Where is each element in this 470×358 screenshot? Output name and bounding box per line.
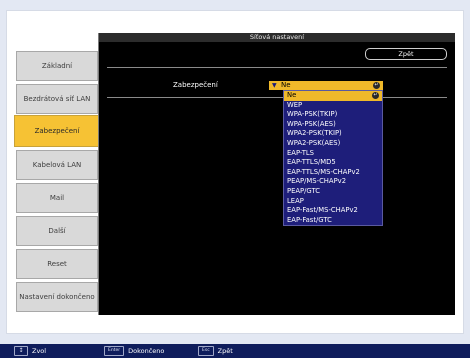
sidebar-item-other[interactable]: Další xyxy=(16,216,98,246)
hint-label: Zpět xyxy=(217,347,233,355)
hint-select: ↕ Zvol xyxy=(14,346,46,356)
enter-key-icon: Enter xyxy=(104,346,125,356)
sidebar-item-security[interactable]: Zabezpečení xyxy=(14,115,100,147)
esc-key-icon: Esc xyxy=(198,346,214,356)
enter-icon: ↵ xyxy=(373,82,380,89)
hint-label: Zvol xyxy=(32,347,47,355)
sidebar-item-label: Další xyxy=(48,226,66,235)
sidebar-item-mail[interactable]: Mail xyxy=(16,183,98,213)
divider xyxy=(107,67,447,68)
dropdown-option-eap-ttls-mschapv2[interactable]: EAP-TTLS/MS-CHAPv2 xyxy=(284,168,382,178)
hint-label: Dokončeno xyxy=(128,347,165,355)
security-select-value: Ne xyxy=(281,81,291,89)
dropdown-option-wep[interactable]: WEP xyxy=(284,101,382,111)
sidebar-item-finish-setup[interactable]: Nastavení dokončeno xyxy=(16,282,98,312)
panel-title: Síťová nastavení xyxy=(99,33,455,42)
divider xyxy=(107,97,447,98)
dropdown-option-wpa2-psk-aes[interactable]: WPA2-PSK(AES) xyxy=(284,139,382,149)
dropdown-option-peap-mschapv2[interactable]: PEAP/MS-CHAPv2 xyxy=(284,177,382,187)
sidebar-item-wired-lan[interactable]: Kabelová LAN xyxy=(16,150,98,180)
dropdown-option-eap-fast-gtc[interactable]: EAP-Fast/GTC xyxy=(284,216,382,226)
dropdown-option-wpa-psk-tkip[interactable]: WPA-PSK(TKIP) xyxy=(284,110,382,120)
sidebar-item-label: Mail xyxy=(49,193,65,202)
sidebar-item-label: Reset xyxy=(47,259,67,268)
triangle-down-icon: ▼ xyxy=(272,82,277,89)
dropdown-option-eap-tls[interactable]: EAP-TLS xyxy=(284,149,382,159)
hint-finish: Enter Dokončeno xyxy=(104,346,164,356)
arrow-keys-icon: ↕ xyxy=(14,346,28,356)
security-dropdown-list: Ne ↵ WEP WPA-PSK(TKIP) WPA-PSK(AES) WPA2-… xyxy=(283,90,383,227)
security-select[interactable]: ▼ Ne ↵ xyxy=(269,81,383,90)
dropdown-option-eap-ttls-md5[interactable]: EAP-TTLS/MD5 xyxy=(284,158,382,168)
dropdown-option-ne[interactable]: Ne ↵ xyxy=(284,91,382,101)
sidebar-item-zakladni[interactable]: Základní xyxy=(16,51,98,81)
settings-panel: Síťová nastavení Zpět Zabezpečení ▼ Ne ↵… xyxy=(98,33,455,315)
sidebar-item-wireless-lan[interactable]: Bezdrátová síť LAN xyxy=(16,84,98,114)
back-button[interactable]: Zpět xyxy=(365,48,447,60)
dropdown-option-eap-fast-mschapv2[interactable]: EAP-Fast/MS-CHAPv2 xyxy=(284,206,382,216)
sidebar-item-label: Základní xyxy=(41,61,73,70)
sidebar-item-label: Nastavení dokončeno xyxy=(19,292,95,301)
dropdown-option-leap[interactable]: LEAP xyxy=(284,197,382,207)
sidebar-item-label: Kabelová LAN xyxy=(32,160,82,169)
sidebar-item-label: Bezdrátová síť LAN xyxy=(23,94,91,103)
dropdown-option-wpa-psk-aes[interactable]: WPA-PSK(AES) xyxy=(284,120,382,130)
sidebar-item-label: Zabezpečení xyxy=(34,126,80,135)
security-field-label: Zabezpečení xyxy=(173,81,218,89)
status-bar: ↕ Zvol Enter Dokončeno Esc Zpět xyxy=(0,344,470,358)
dropdown-option-peap-gtc[interactable]: PEAP/GTC xyxy=(284,187,382,197)
sidebar-item-reset[interactable]: Reset xyxy=(16,249,98,279)
dropdown-option-wpa2-psk-tkip[interactable]: WPA2-PSK(TKIP) xyxy=(284,129,382,139)
enter-icon: ↵ xyxy=(372,92,379,100)
hint-back: Esc Zpět xyxy=(198,346,233,356)
